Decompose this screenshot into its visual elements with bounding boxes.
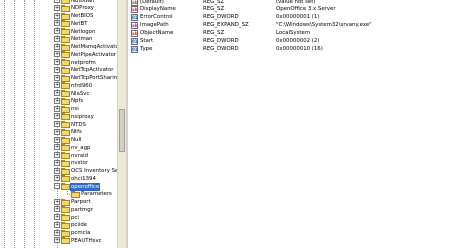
expand-toggle-icon[interactable]: + [54,0,60,3]
expand-toggle-icon[interactable]: + [54,43,60,50]
expand-toggle-icon[interactable]: + [54,82,60,89]
expand-toggle-icon[interactable]: + [54,28,60,34]
expand-toggle-icon[interactable]: + [54,105,60,112]
registry-value-row[interactable]: 01 Type REG_DWORD 0x00000010 (16) [128,45,474,54]
value-data: 0x00000010 (16) [276,45,323,52]
expand-toggle-icon[interactable]: + [54,128,60,135]
expand-toggle-icon[interactable]: + [54,20,60,27]
folder-icon [61,237,70,245]
value-type: REG_DWORD [203,45,239,52]
binary-value-icon: 01 [131,45,138,53]
expand-toggle-icon[interactable]: + [54,113,60,120]
expand-toggle-icon[interactable]: + [54,152,60,158]
tree-guide-line [67,186,68,194]
scrollbar-thumb[interactable] [119,109,125,152]
expand-toggle-icon[interactable]: + [54,74,60,81]
registry-values-list[interactable]: ab (Default) REG_SZ (value not set) ab Displa… [128,0,474,248]
tree-node-label: PEAUTHsvc [71,237,102,244]
expand-toggle-icon[interactable]: + [54,144,60,151]
expand-toggle-icon[interactable]: + [54,136,60,143]
collapse-toggle-icon[interactable]: − [54,183,60,189]
expand-toggle-icon[interactable]: + [54,159,60,166]
expand-toggle-icon[interactable]: + [54,12,60,19]
expand-toggle-icon[interactable]: + [54,51,60,58]
expand-toggle-icon[interactable]: + [54,237,60,244]
expand-toggle-icon[interactable]: + [54,121,60,127]
expand-toggle-icon[interactable]: + [54,198,60,205]
expand-toggle-icon[interactable]: + [54,229,60,236]
expand-toggle-icon[interactable]: + [54,206,60,213]
value-name: Type [140,45,153,52]
expand-toggle-icon[interactable]: + [54,35,60,42]
expand-toggle-icon[interactable]: + [54,221,60,228]
expand-toggle-icon[interactable]: + [54,66,60,73]
expand-toggle-icon[interactable]: + [54,59,60,65]
registry-key-tree[interactable]: + NdisWan + NDProxy + NetBIOS + NetBT + Netlogon +… [0,0,117,248]
expand-toggle-icon[interactable]: + [54,90,60,96]
expand-toggle-icon[interactable]: + [54,214,60,220]
expand-toggle-icon[interactable]: + [54,167,60,174]
tree-vertical-scrollbar[interactable] [117,0,126,248]
tree-node[interactable]: + PEAUTHsvc [0,236,117,245]
expand-toggle-icon[interactable]: + [54,97,60,104]
expand-toggle-icon[interactable]: + [54,175,60,182]
expand-toggle-icon[interactable]: + [54,4,60,11]
